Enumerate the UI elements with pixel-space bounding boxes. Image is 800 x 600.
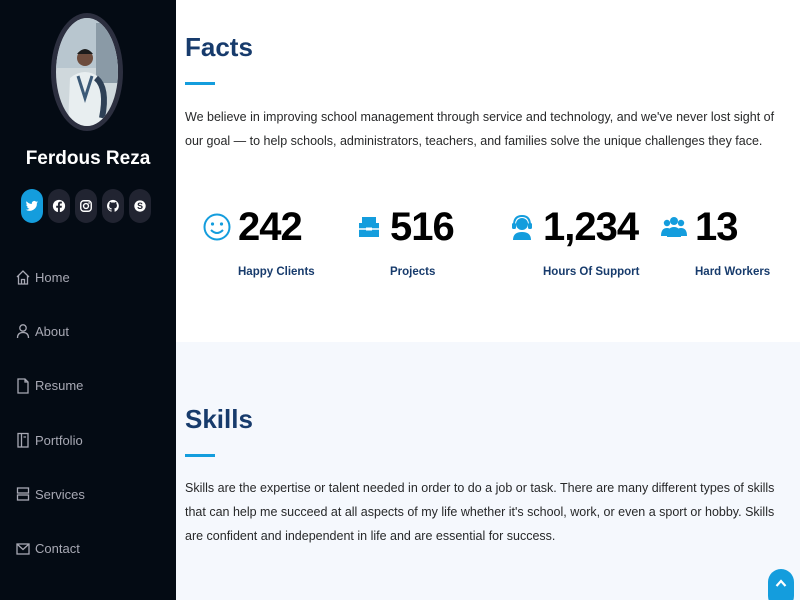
journal-icon xyxy=(354,207,384,247)
svg-text:S: S xyxy=(137,201,143,211)
home-icon xyxy=(16,268,30,286)
fact-label: Hard Workers xyxy=(695,266,771,278)
nav-item-home[interactable]: Home xyxy=(0,250,176,304)
avatar xyxy=(51,13,123,131)
facts-section: Facts We believe in improving school man… xyxy=(176,0,800,342)
main-content: Facts We believe in improving school man… xyxy=(176,0,800,600)
fact-label: Hours Of Support xyxy=(543,266,640,278)
skype-link[interactable]: S xyxy=(129,189,151,223)
github-link[interactable] xyxy=(102,189,124,223)
instagram-link[interactable] xyxy=(75,189,97,223)
github-icon xyxy=(106,199,119,212)
nav-item-contact[interactable]: Contact xyxy=(0,521,176,575)
profile-photo xyxy=(56,18,118,126)
server-icon xyxy=(16,485,30,503)
nav-item-about[interactable]: About xyxy=(0,304,176,358)
facts-title-underline xyxy=(185,82,215,85)
skills-title-underline xyxy=(185,454,215,457)
facts-title: Facts xyxy=(185,32,253,62)
fact-number: 516 xyxy=(390,205,455,249)
instagram-icon xyxy=(80,200,92,212)
chevron-up-icon xyxy=(775,579,787,587)
person-icon xyxy=(16,322,30,340)
skype-icon: S xyxy=(134,200,146,212)
nav-item-resume[interactable]: Resume xyxy=(0,359,176,413)
skills-section: Skills Skills are the expertise or talen… xyxy=(176,342,800,600)
fact-number: 1,234 xyxy=(543,205,639,249)
nav-label-about: About xyxy=(35,323,69,339)
fact-label: Happy Clients xyxy=(238,266,315,278)
envelope-icon xyxy=(16,540,30,558)
nav-label-contact: Contact xyxy=(35,541,80,557)
facebook-link[interactable] xyxy=(48,189,70,223)
fact-number: 242 xyxy=(238,205,303,249)
back-to-top-button[interactable] xyxy=(768,569,794,600)
book-icon xyxy=(16,431,30,449)
fact-label: Projects xyxy=(390,266,436,278)
twitter-link[interactable] xyxy=(21,189,43,223)
nav-label-resume: Resume xyxy=(35,378,84,394)
headset-icon xyxy=(507,207,537,247)
sidebar: Ferdous Reza S Home About Resume Portfol… xyxy=(0,0,176,600)
skills-description: Skills are the expertise or talent neede… xyxy=(185,481,775,543)
facts-description: We believe in improving school managemen… xyxy=(185,110,775,148)
facebook-icon xyxy=(52,199,66,213)
twitter-icon xyxy=(25,200,39,211)
people-icon xyxy=(659,207,689,247)
nav-menu: Home About Resume Portfolio Services Con… xyxy=(0,250,176,576)
nav-label-portfolio: Portfolio xyxy=(35,432,83,448)
smile-icon xyxy=(202,207,232,247)
fact-number: 13 xyxy=(695,205,738,249)
file-icon xyxy=(16,377,30,395)
nav-item-services[interactable]: Services xyxy=(0,467,176,521)
profile-name: Ferdous Reza xyxy=(25,148,151,169)
nav-item-portfolio[interactable]: Portfolio xyxy=(0,413,176,467)
skills-title: Skills xyxy=(185,404,253,434)
social-links: S xyxy=(21,189,151,223)
nav-label-home: Home xyxy=(35,269,70,285)
nav-label-services: Services xyxy=(35,486,85,502)
